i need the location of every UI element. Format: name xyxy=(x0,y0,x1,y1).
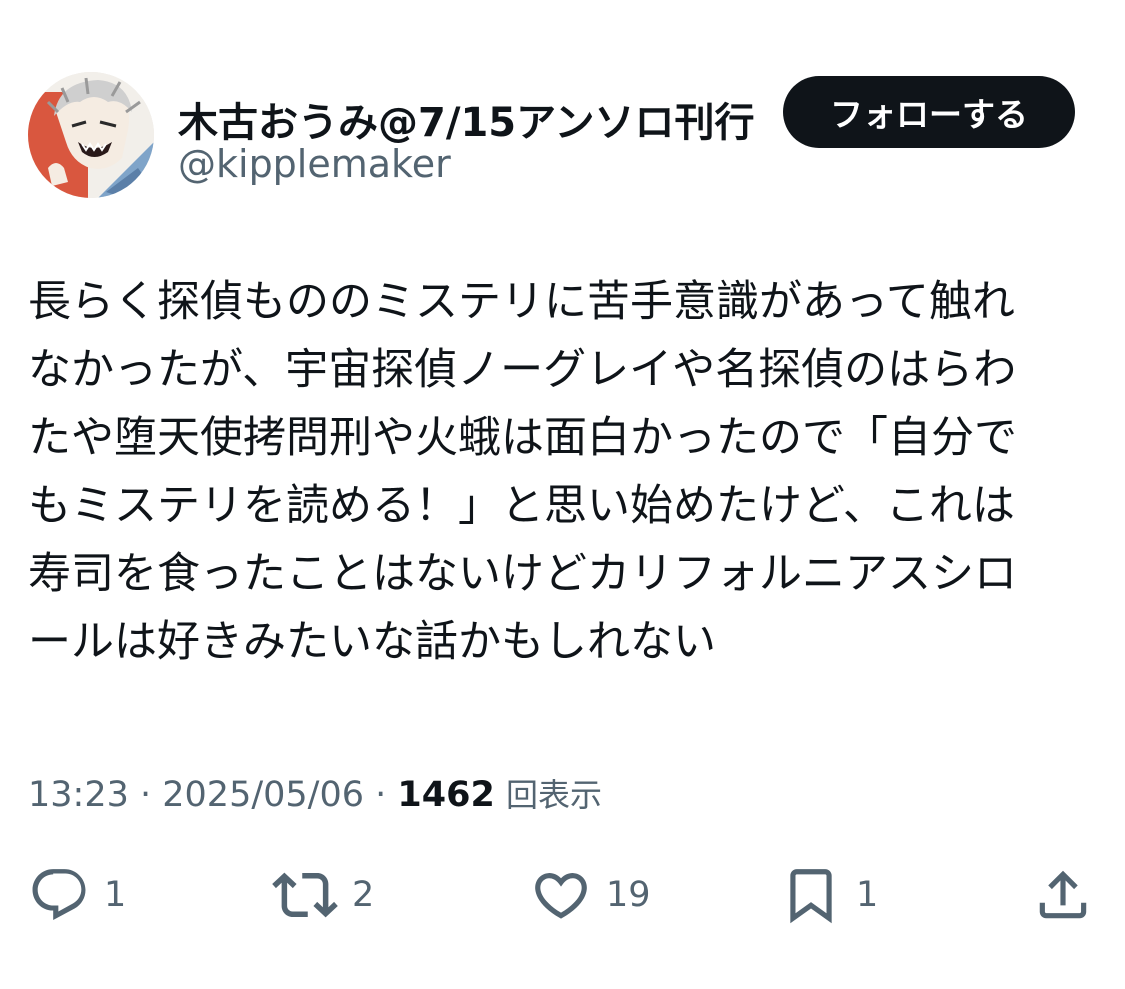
reply-button[interactable]: 1 xyxy=(28,860,126,930)
post-date[interactable]: 2025/05/06 xyxy=(162,775,364,815)
post-text-line: 長らく探偵もののミステリに苦手意識があって触れ xyxy=(28,277,1015,327)
meta-separator: · xyxy=(364,775,398,815)
post-header: 木古おうみ@7/15アンソロ刊行 @kipplemaker フォローする xyxy=(28,72,1098,202)
post-text-line: たや堕天使拷問刑や火蛾は面白かったので「自分で xyxy=(28,413,1017,463)
views-label: 回表示 xyxy=(505,776,602,814)
share-upload-icon xyxy=(1039,870,1087,919)
post-text-line: もミステリを読める！」と思い始めたけど、これは xyxy=(28,481,1015,531)
share-button[interactable] xyxy=(1032,860,1094,930)
post-text-line: 寿司を食ったことはないけどカリフォルニアスシロ xyxy=(28,549,1017,599)
post-time[interactable]: 13:23 xyxy=(28,775,129,815)
user-handle[interactable]: @kipplemaker xyxy=(178,142,451,186)
avatar[interactable] xyxy=(28,72,154,198)
display-name[interactable]: 木古おうみ@7/15アンソロ刊行 xyxy=(178,90,755,148)
post-text-line: ールは好きみたいな話かもしれない xyxy=(28,617,716,667)
like-button[interactable]: 19 xyxy=(530,860,651,930)
avatar-illustration xyxy=(28,72,154,198)
follow-button[interactable]: フォローする xyxy=(783,76,1075,148)
repost-arrows-icon xyxy=(272,872,338,918)
like-count: 19 xyxy=(606,875,651,915)
views-count: 1462 xyxy=(397,775,495,815)
repost-count: 2 xyxy=(352,875,375,915)
action-bar: 1 2 19 1 xyxy=(0,860,1125,930)
post-meta: 13:23 · 2025/05/06 · 1462 回表示 xyxy=(28,770,602,816)
speech-bubble-icon xyxy=(32,869,86,921)
bookmark-icon xyxy=(790,869,832,924)
reply-count: 1 xyxy=(104,875,127,915)
bookmark-count: 1 xyxy=(856,875,879,915)
bookmark-button[interactable]: 1 xyxy=(780,860,878,930)
post-text-line: なかったが、宇宙探偵ノーグレイや名探偵のはらわ xyxy=(28,345,1017,395)
repost-button[interactable]: 2 xyxy=(272,860,374,930)
post-text: 長らく探偵もののミステリに苦手意識があって触れ なかったが、宇宙探偵ノーグレイや… xyxy=(28,268,1088,676)
heart-icon xyxy=(535,873,587,919)
meta-separator: · xyxy=(128,775,163,815)
